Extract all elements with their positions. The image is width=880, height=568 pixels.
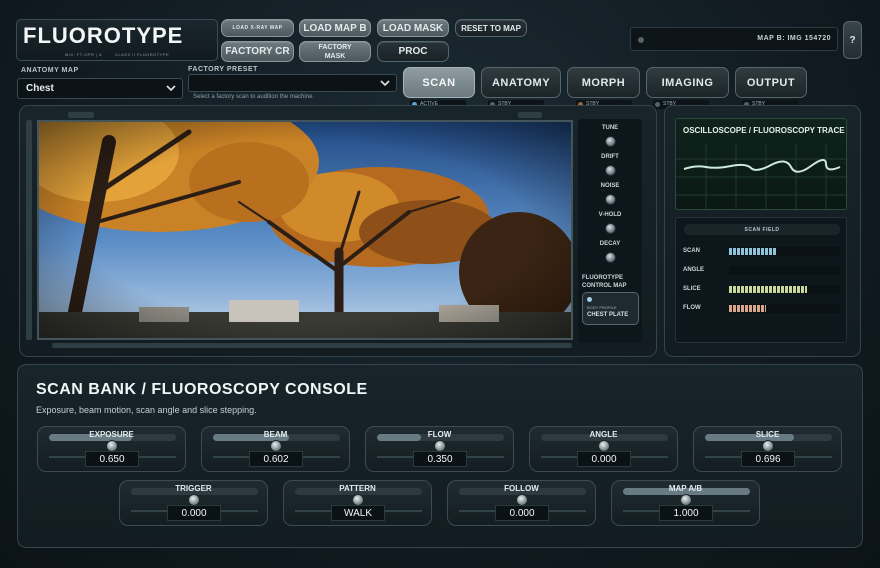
v-hold-label: V-HOLD [598,212,622,218]
body-profile-label: BODY PROFILE [587,305,617,310]
fluoroscopy-image [37,120,573,340]
follow-value[interactable]: 0.000 [495,505,549,521]
scan-field-label-angle: ANGLE [683,267,704,273]
map-b-led-icon [638,37,644,43]
logo-subtitle-left: MIX: FT-OPR | A [65,52,103,57]
trigger-value[interactable]: 0.000 [167,505,221,521]
slice-value[interactable]: 0.696 [741,451,795,467]
slice-control: SLICE 0.696 [693,426,842,472]
map-ab-label: MAP A/B [668,484,703,493]
factory-preset-select[interactable] [188,74,397,92]
logo-panel: FLUOROTYPE MIX: FT-OPR | A CLASS II FLUO… [16,19,218,61]
drift-label: DRIFT [601,154,619,160]
factory-mask-line1: FACTORY [318,43,352,51]
load-mask-button[interactable]: LOAD MASK [377,19,449,37]
logo-subtitle-right: CLASS II FLUOROTYPE [115,52,170,57]
noise-label: NOISE [600,183,620,189]
control-map-title-line2: CONTROL MAP [582,283,627,289]
meter-fill [729,248,776,255]
help-button[interactable]: ? [843,21,862,59]
viewer-vertical-ruler[interactable] [26,120,32,340]
map-b-text: MAP B: IMG 154720 [757,35,831,42]
pattern-label: PATTERN [339,484,376,493]
oscilloscope-display: OSCILLOSCOPE / FLUOROSCOPY TRACE [675,118,848,211]
body-profile-value: CHEST PLATE [587,312,629,318]
flow-label: FLOW [427,430,452,439]
tab-scan[interactable]: SCAN [403,67,475,98]
status-led-icon [655,102,660,107]
flow-value[interactable]: 0.350 [413,451,467,467]
angle-control: ANGLE 0.000 [529,426,678,472]
tab-output[interactable]: OUTPUT [735,67,807,98]
decay-knob[interactable] [605,252,616,263]
exposure-label: EXPOSURE [89,430,134,439]
beam-label: BEAM [263,430,288,439]
viewer-handle-left[interactable] [68,112,94,118]
factory-mask-line2: MASK [324,52,346,60]
chevron-down-icon [380,80,390,87]
meter-fill [729,305,766,312]
viewer-horizontal-ruler[interactable] [52,343,572,348]
scan-field-label-slice: SLICE [683,286,701,292]
scan-field-meter-slice [729,285,840,294]
scan-field-label-flow: FLOW [683,305,701,311]
chevron-down-icon [166,85,176,92]
map-ab-control: MAP A/B 1.000 [611,480,760,526]
tune-label: TUNE [601,125,619,131]
proc-button[interactable]: PROC [377,41,449,62]
fluorotype-app: FLUOROTYPE MIX: FT-OPR | A CLASS II FLUO… [0,0,880,568]
exposure-control: EXPOSURE 0.650 [37,426,186,472]
console-subtitle: Exposure, beam motion, scan angle and sl… [36,405,257,415]
follow-label: FOLLOW [504,484,539,493]
pattern-control: PATTERN WALK [283,480,432,526]
anatomy-map-label: ANATOMY MAP [21,67,79,74]
tab-imaging[interactable]: IMAGING [646,67,729,98]
factory-mask-button[interactable]: FACTORY MASK [299,41,371,62]
scan-field-panel: SCAN FIELD SCAN ANGLE SLICE FLOW [675,217,847,343]
factory-preset-label: FACTORY PRESET [188,66,258,73]
load-xray-map-button[interactable]: LOAD X-RAY MAP [221,19,294,37]
console-title: SCAN BANK / FLUOROSCOPY CONSOLE [36,381,368,398]
tab-morph[interactable]: MORPH [567,67,640,98]
pattern-value[interactable]: WALK [331,505,385,521]
oscilloscope-trace [676,144,848,211]
follow-control: FOLLOW 0.000 [447,480,596,526]
reset-to-map-button[interactable]: RESET TO MAP [455,19,527,37]
body-profile-led-icon [587,297,592,302]
trigger-label: TRIGGER [175,484,212,493]
slice-label: SLICE [755,430,780,439]
tune-knob[interactable] [605,136,616,147]
anatomy-map-value: Chest [26,83,54,94]
drift-knob[interactable] [605,165,616,176]
control-map-title-line1: FLUOROTYPE [582,275,624,281]
viewer-handle-right[interactable] [518,112,542,118]
flow-control: FLOW 0.350 [365,426,514,472]
scan-field-meter-angle [729,266,840,275]
angle-value[interactable]: 0.000 [577,451,631,467]
decay-label: DECAY [599,241,621,247]
map-b-display: MAP B: IMG 154720 [630,27,838,51]
load-map-b-button[interactable]: LOAD MAP B [299,19,371,37]
v-hold-knob[interactable] [605,223,616,234]
trigger-control: TRIGGER 0.000 [119,480,268,526]
meter-fill [729,286,807,293]
beam-value[interactable]: 0.602 [249,451,303,467]
beam-control: BEAM 0.602 [201,426,350,472]
body-profile-button[interactable]: BODY PROFILE CHEST PLATE [582,292,639,325]
map-ab-value[interactable]: 1.000 [659,505,713,521]
factory-preset-hint: Select a factory scan to audition the ma… [193,94,315,100]
anatomy-map-select[interactable]: Chest [17,78,183,99]
scan-field-meter-flow [729,304,840,313]
exposure-value[interactable]: 0.650 [85,451,139,467]
scan-field-meter-scan [729,247,840,256]
control-map-title: FLUOROTYPE CONTROL MAP [582,274,627,290]
app-logo-title: FLUOROTYPE [23,23,184,48]
angle-label: ANGLE [589,430,618,439]
tree-photo-image [39,122,571,338]
factory-cr-button[interactable]: FACTORY CR [221,41,294,62]
scan-field-title: SCAN FIELD [684,224,840,235]
tab-anatomy[interactable]: ANATOMY [481,67,561,98]
scan-field-label-scan: SCAN [683,248,701,254]
noise-knob[interactable] [605,194,616,205]
